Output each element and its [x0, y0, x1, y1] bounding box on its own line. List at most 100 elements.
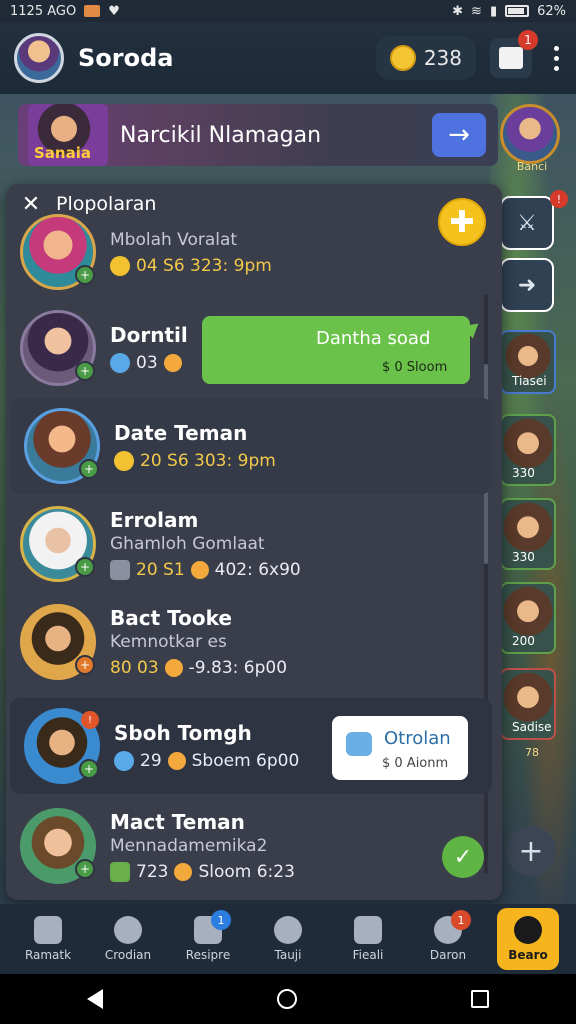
- emoji-icon: [164, 659, 183, 677]
- nav-item-resipre[interactable]: 1 Resipre: [177, 908, 239, 970]
- nav-badge: 1: [451, 910, 471, 930]
- conversation-preview: Mennadamemika2: [110, 836, 268, 856]
- conversation-row[interactable]: + Bact Tooke Kemnotkar es 80 03 -9.83: 6…: [6, 594, 486, 690]
- bubble-text: Dantha soad: [316, 328, 431, 349]
- nav-item-fieali[interactable]: Fieali: [337, 908, 399, 970]
- chat-panel: ✕ Plopolaran ✚ + Mbolah Voralat 04 S6 32…: [6, 184, 502, 900]
- contact-avatar: +: [20, 604, 96, 680]
- emoji-icon: [163, 354, 182, 372]
- side-avatar-4[interactable]: 330: [500, 498, 564, 570]
- message-bubble-green[interactable]: Dantha soad $ 0 Sloom: [202, 316, 484, 384]
- nav-item-crodian[interactable]: Crodian: [97, 908, 159, 970]
- app-bar: Soroda 238 1: [0, 22, 576, 94]
- shield-icon: [346, 732, 372, 756]
- side-avatar-5[interactable]: 200: [500, 582, 564, 654]
- conversation-meta: 80 03 -9.83: 6p00: [110, 658, 288, 678]
- conversation-preview: Ghamloh Gomlaat: [110, 534, 265, 554]
- conversation-row[interactable]: + Errolam Ghamloh Gomlaat 20 S1 402: 6x9…: [6, 496, 486, 592]
- conversation-meta: 20 S1 402: 6x90: [110, 560, 301, 580]
- chat-icon: [114, 916, 142, 944]
- conversation-meta: 20 S6 303: 9pm: [114, 451, 276, 471]
- side-avatar-1[interactable]: Banci: [500, 104, 564, 173]
- contact-avatar: +: [20, 808, 96, 884]
- promo-thumbnail: Sanaia: [28, 104, 108, 166]
- gift-badge: 1: [518, 30, 538, 50]
- online-icon: +: [75, 859, 95, 879]
- conversation-preview: Kemnotkar es: [110, 632, 227, 652]
- side-share-button[interactable]: ➜: [500, 258, 564, 322]
- gift-icon: [499, 47, 523, 69]
- conversation-meta: 04 S6 323: 9pm: [110, 256, 272, 276]
- side-label-78: 78: [525, 746, 539, 759]
- recents-icon[interactable]: [471, 990, 489, 1008]
- battery-icon: [505, 5, 530, 17]
- nav-item-daron[interactable]: 1 Daron: [417, 908, 479, 970]
- conversation-meta: 29 Sboem 6p00: [114, 751, 299, 771]
- gift-button[interactable]: 1: [490, 30, 538, 78]
- emoji-icon: [190, 561, 209, 579]
- wifi-icon: ≋: [471, 3, 482, 19]
- system-navigation: [0, 974, 576, 1024]
- side-avatar-3[interactable]: 330: [500, 414, 564, 486]
- nav-item-bearo[interactable]: Bearo: [497, 908, 559, 970]
- cash-icon: [110, 862, 130, 882]
- bottom-navigation: Ramatk Crodian 1 Resipre Tauji Fieali 1 …: [0, 904, 576, 974]
- contact-name: Dorntil: [110, 323, 188, 347]
- more-menu-button[interactable]: [550, 45, 562, 71]
- contact-name: Bact Tooke: [110, 606, 232, 630]
- nav-item-tauji[interactable]: Tauji: [257, 908, 319, 970]
- emoji-icon: [167, 752, 186, 770]
- battery-level: 62%: [537, 3, 566, 19]
- back-icon[interactable]: [87, 989, 103, 1009]
- promo-banner[interactable]: Sanaia Narcikil Nlamagan →: [18, 104, 498, 166]
- conversation-preview: Mbolah Voralat: [110, 230, 238, 250]
- swords-icon: [274, 916, 302, 944]
- chest-icon: [110, 560, 130, 580]
- promo-arrow-button[interactable]: →: [432, 113, 486, 157]
- contact-name: Date Teman: [114, 421, 248, 445]
- side-label: Banci: [516, 160, 548, 173]
- message-bubble-white[interactable]: Otrolan $ 0 Aionm: [332, 716, 468, 780]
- coin-icon: [389, 45, 416, 71]
- conversation-row[interactable]: + Mact Teman Mennadamemika2 723 Sloom 6:…: [6, 798, 486, 894]
- sword-icon: ⚔: [500, 196, 554, 250]
- profile-icon: [514, 916, 542, 944]
- alert-icon: !: [81, 711, 99, 729]
- conversation-meta: 03: [110, 353, 188, 373]
- notification-icon: [84, 5, 101, 17]
- online-icon: +: [75, 361, 95, 381]
- gem-icon: [114, 751, 134, 771]
- side-avatar-6[interactable]: Sadise: [500, 668, 564, 740]
- heart-icon: ♥: [108, 3, 120, 19]
- mail-icon: [354, 916, 382, 944]
- contact-avatar: +: [20, 214, 96, 290]
- level-icon: +: [75, 655, 95, 675]
- coin-counter[interactable]: 238: [375, 36, 476, 80]
- conversation-meta: 723 Sloom 6:23: [110, 862, 295, 882]
- nav-badge: 1: [211, 910, 231, 930]
- emoji-icon: [174, 863, 193, 881]
- contact-name: Mact Teman: [110, 810, 245, 834]
- bubble-meta: $ 0 Sloom: [382, 360, 448, 375]
- add-button[interactable]: +: [506, 826, 556, 876]
- bluetooth-icon: ✱: [452, 3, 464, 19]
- side-avatar-2[interactable]: Tiasei: [500, 330, 564, 394]
- share-icon: ➜: [500, 258, 554, 312]
- contact-name: Errolam: [110, 508, 199, 532]
- home-icon[interactable]: [277, 989, 297, 1009]
- conversation-row[interactable]: + Date Teman 20 S6 303: 9pm: [10, 398, 492, 494]
- conversation-row[interactable]: + Mbolah Voralat 04 S6 323: 9pm: [6, 204, 486, 300]
- status-time: 1125 AGO: [10, 3, 77, 19]
- gem-icon: [110, 353, 130, 373]
- side-sword-button[interactable]: ⚔ !: [500, 190, 568, 260]
- online-icon: +: [79, 459, 99, 479]
- profile-avatar[interactable]: [14, 33, 64, 83]
- promo-title: Narcikil Nlamagan: [120, 122, 322, 148]
- bubble-meta: $ 0 Aionm: [382, 756, 449, 771]
- nav-item-ramatk[interactable]: Ramatk: [17, 908, 79, 970]
- contact-avatar: +: [20, 310, 96, 386]
- side-badge: !: [550, 190, 568, 208]
- coin-icon: [114, 451, 134, 471]
- check-icon[interactable]: ✓: [442, 836, 484, 878]
- coin-value: 238: [423, 46, 462, 70]
